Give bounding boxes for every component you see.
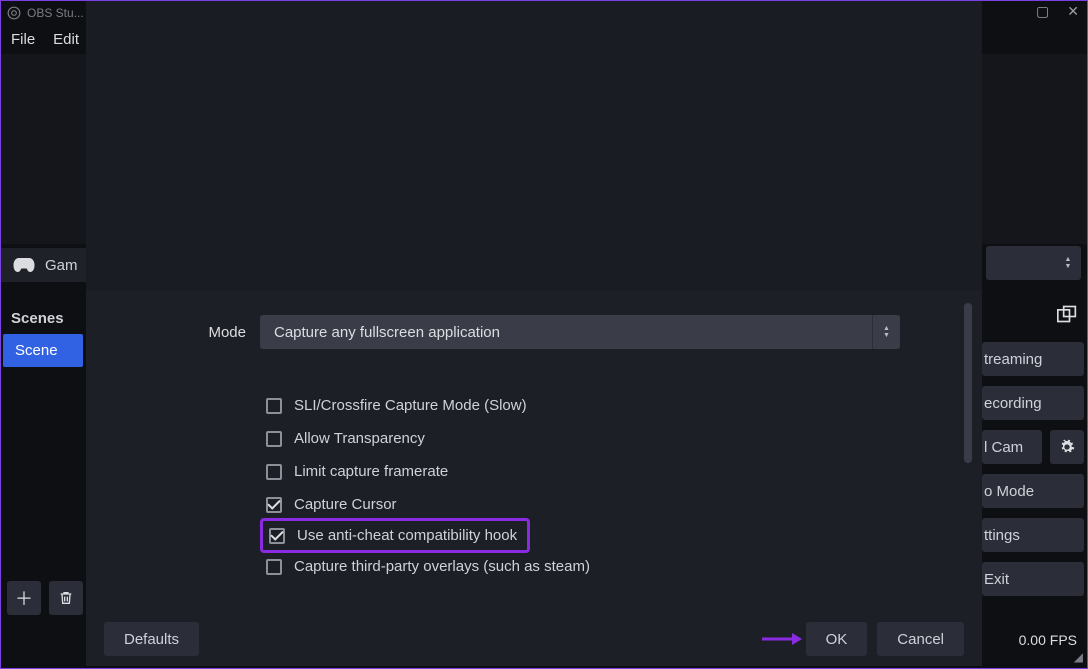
checkbox-icon	[266, 559, 282, 575]
studio-mode-button[interactable]: o Mode	[982, 474, 1084, 508]
updown-icon: ▲▼	[1063, 256, 1073, 270]
checkbox-icon	[266, 464, 282, 480]
virtual-cam-settings-button[interactable]	[1050, 430, 1084, 464]
mode-label: Mode	[186, 324, 246, 341]
defaults-button[interactable]: Defaults	[104, 622, 199, 656]
properties-dialog: Mode Capture any fullscreen application …	[86, 1, 982, 666]
menu-file[interactable]: File	[11, 31, 35, 48]
right-mode-select[interactable]: ▲▼	[986, 246, 1081, 280]
annotation-arrow-icon	[762, 629, 802, 649]
settings-button[interactable]: ttings	[982, 518, 1084, 552]
virtual-cam-button[interactable]: l Cam	[982, 430, 1042, 464]
dialog-buttons: Defaults OK Cancel	[86, 622, 982, 656]
scenes-header: Scenes	[1, 304, 86, 333]
checkbox-anti-cheat[interactable]: Use anti-cheat compatibility hook	[269, 527, 517, 544]
menu-edit[interactable]: Edit	[53, 31, 79, 48]
close-icon[interactable]: ✕	[1067, 3, 1079, 20]
checkbox-label: SLI/Crossfire Capture Mode (Slow)	[294, 397, 527, 414]
gamepad-icon	[13, 258, 35, 272]
exit-button[interactable]: Exit	[982, 562, 1084, 596]
checkbox-label: Allow Transparency	[294, 430, 425, 447]
app-title: OBS Stu...	[27, 6, 84, 20]
checkbox-third-party-overlays[interactable]: Capture third-party overlays (such as st…	[260, 550, 932, 583]
checkbox-limit-framerate[interactable]: Limit capture framerate	[260, 455, 932, 488]
mode-dropdown[interactable]: Capture any fullscreen application ▲▼	[260, 315, 900, 349]
checkbox-label: Limit capture framerate	[294, 463, 448, 480]
gear-icon	[1059, 439, 1075, 455]
checkbox-icon	[266, 431, 282, 447]
scene-item[interactable]: Scene	[3, 334, 83, 367]
checkbox-transparency[interactable]: Allow Transparency	[260, 422, 932, 455]
maximize-icon[interactable]: ▢	[1036, 3, 1049, 20]
source-row[interactable]: Gam	[1, 248, 86, 282]
resize-grip-icon[interactable]: ◢	[1074, 650, 1083, 664]
checkbox-label: Capture third-party overlays (such as st…	[294, 558, 590, 575]
fps-status: 0.00 FPS	[1019, 632, 1077, 648]
ok-button[interactable]: OK	[806, 622, 868, 656]
window-controls: ▢ ✕	[1036, 3, 1079, 20]
cancel-button[interactable]: Cancel	[877, 622, 964, 656]
dropdown-arrow: ▲▼	[872, 315, 900, 349]
checkbox-icon	[266, 497, 282, 513]
mode-value: Capture any fullscreen application	[274, 324, 500, 341]
checkbox-capture-cursor[interactable]: Capture Cursor	[260, 488, 932, 521]
panel-popout-icon[interactable]	[1056, 304, 1078, 324]
source-label: Gam	[45, 257, 78, 274]
controls-panel: treaming ecording l Cam o Mode ttings Ex…	[982, 304, 1084, 596]
checkbox-icon	[269, 528, 285, 544]
highlighted-option: Use anti-cheat compatibility hook	[260, 518, 530, 553]
start-streaming-button[interactable]: treaming	[982, 342, 1084, 376]
obs-logo-icon	[7, 6, 21, 20]
delete-scene-button[interactable]	[49, 581, 83, 615]
source-preview	[86, 1, 982, 291]
start-recording-button[interactable]: ecording	[982, 386, 1084, 420]
checkbox-icon	[266, 398, 282, 414]
scrollbar-thumb[interactable]	[964, 303, 972, 463]
checkbox-label: Capture Cursor	[294, 496, 397, 513]
checkbox-label: Use anti-cheat compatibility hook	[297, 527, 517, 544]
scene-toolbar: ＋	[7, 581, 83, 615]
trash-icon	[58, 590, 74, 606]
add-scene-button[interactable]: ＋	[7, 581, 41, 615]
checkbox-sli-crossfire[interactable]: SLI/Crossfire Capture Mode (Slow)	[260, 389, 932, 422]
properties-form: Mode Capture any fullscreen application …	[86, 291, 982, 666]
updown-icon: ▲▼	[882, 325, 892, 339]
